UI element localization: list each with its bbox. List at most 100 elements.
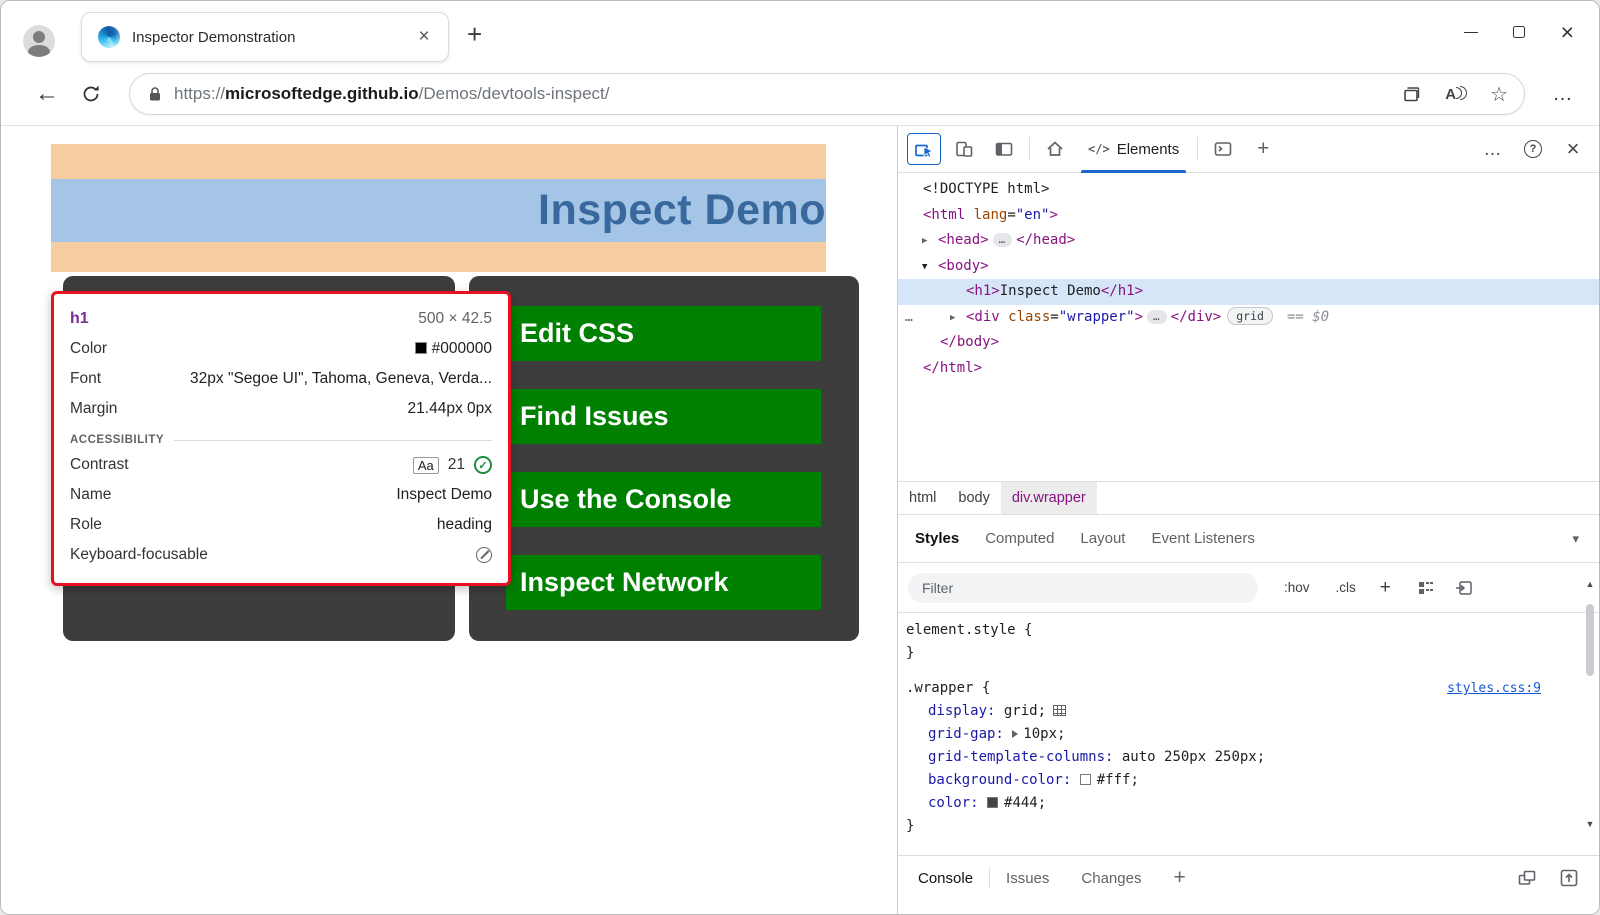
dom-line-body-open[interactable]: ▼<body> bbox=[898, 254, 1599, 280]
dom-line-html-open[interactable]: <html lang="en"> bbox=[898, 203, 1599, 229]
url-bar[interactable]: https://microsoftedge.github.io/Demos/de… bbox=[129, 73, 1525, 115]
styles-filter-input[interactable] bbox=[908, 573, 1258, 603]
browser-tab[interactable]: Inspector Demonstration × bbox=[81, 12, 449, 62]
dom-line-doctype[interactable]: <!DOCTYPE html> bbox=[898, 177, 1599, 203]
grid-badge[interactable]: grid bbox=[1227, 307, 1273, 325]
expand-panel-icon[interactable] bbox=[1559, 868, 1579, 888]
dock-window-icon[interactable] bbox=[1517, 868, 1537, 888]
prop-value[interactable]: 10px; bbox=[1023, 726, 1065, 742]
shorthand-expand-icon[interactable] bbox=[1012, 730, 1018, 738]
tab-title: Inspector Demonstration bbox=[132, 29, 412, 46]
read-aloud-icon[interactable]: A bbox=[1445, 86, 1466, 103]
expand-arrow-icon[interactable]: ▶ bbox=[922, 229, 938, 255]
edit-css-button[interactable]: Edit CSS bbox=[506, 306, 821, 361]
color-swatch[interactable] bbox=[987, 797, 998, 808]
expand-arrow-icon[interactable]: ▶ bbox=[950, 306, 966, 332]
css-prop-grid-template-columns[interactable]: grid-template-columns: auto 250px 250px; bbox=[898, 746, 1599, 769]
collapsed-content-button[interactable]: … bbox=[993, 233, 1013, 247]
element-style-rule[interactable]: element.style { bbox=[898, 619, 1599, 642]
breadcrumb-html[interactable]: html bbox=[898, 482, 947, 514]
minimize-button[interactable] bbox=[1447, 13, 1495, 51]
device-emulation-button[interactable] bbox=[947, 133, 981, 165]
favorite-star-icon[interactable]: ☆ bbox=[1490, 82, 1508, 107]
css-prop-grid-gap[interactable]: grid-gap: 10px; bbox=[898, 723, 1599, 746]
wrapper-rule-header[interactable]: .wrapper {styles.css:9 bbox=[898, 677, 1599, 700]
profile-avatar[interactable] bbox=[23, 25, 55, 57]
inspect-cursor-icon bbox=[914, 139, 934, 159]
scrollbar-thumb[interactable] bbox=[1586, 604, 1594, 676]
drawer-tab-console[interactable]: Console bbox=[902, 856, 989, 900]
prop-value[interactable]: #fff; bbox=[1097, 772, 1139, 788]
styles-scrollbar[interactable]: ▲ ▼ bbox=[1583, 578, 1597, 830]
color-swatch[interactable] bbox=[1080, 774, 1091, 785]
prop-name[interactable]: grid-template-columns: bbox=[928, 749, 1113, 765]
prop-name[interactable]: display: bbox=[928, 703, 995, 719]
refresh-button[interactable] bbox=[69, 74, 113, 114]
devtools-help-button[interactable]: ? bbox=[1516, 133, 1550, 165]
collapse-arrow-icon[interactable]: ▼ bbox=[922, 255, 938, 281]
toggle-hover-state-button[interactable]: :hov bbox=[1284, 580, 1310, 595]
lang-attr-token: lang bbox=[965, 207, 1007, 223]
dom-line-h1-selected[interactable]: <h1>Inspect Demo</h1> bbox=[898, 279, 1599, 305]
dom-line-html-close[interactable]: </html> bbox=[898, 356, 1599, 382]
breadcrumb-div-wrapper[interactable]: div.wrapper bbox=[1001, 482, 1097, 514]
add-devtools-tab-button[interactable]: + bbox=[1246, 133, 1280, 165]
open-stylesheet-icon[interactable] bbox=[1455, 579, 1473, 597]
devtools-bottom-spacer bbox=[898, 900, 1599, 914]
breadcrumb-body[interactable]: body bbox=[947, 482, 1000, 514]
blue-stripe: Inspect Demo bbox=[51, 179, 826, 242]
tab-layout[interactable]: Layout bbox=[1067, 530, 1138, 547]
prop-name[interactable]: color: bbox=[928, 795, 979, 811]
prop-value[interactable]: auto 250px 250px; bbox=[1122, 749, 1265, 765]
focus-page-button[interactable] bbox=[987, 133, 1021, 165]
css-prop-display[interactable]: display: grid; bbox=[898, 700, 1599, 723]
collapsed-content-button[interactable]: … bbox=[1147, 310, 1167, 324]
maximize-button[interactable] bbox=[1495, 13, 1543, 51]
new-style-rule-button[interactable]: + bbox=[1380, 577, 1391, 599]
chevron-down-icon[interactable]: ▾ bbox=[1572, 531, 1579, 547]
prop-value[interactable]: grid; bbox=[1004, 703, 1046, 719]
new-tab-button[interactable]: + bbox=[467, 21, 482, 47]
computed-styles-icon[interactable] bbox=[1417, 579, 1435, 597]
prop-name[interactable]: grid-gap: bbox=[928, 726, 1004, 742]
devtools-menu-button[interactable]: … bbox=[1476, 133, 1510, 165]
scrollbar-track[interactable] bbox=[1583, 590, 1597, 818]
equals-token: = bbox=[1007, 207, 1015, 223]
back-button[interactable]: ← bbox=[25, 74, 69, 114]
tab-event-listeners[interactable]: Event Listeners bbox=[1138, 530, 1267, 547]
tab-elements[interactable]: </> Elements bbox=[1075, 126, 1192, 173]
dom-line-head[interactable]: ▶<head>…</head> bbox=[898, 228, 1599, 254]
prop-name[interactable]: background-color: bbox=[928, 772, 1071, 788]
console-drawer-button[interactable] bbox=[1206, 133, 1240, 165]
color-hex: #000000 bbox=[432, 340, 492, 357]
browser-menu-button[interactable]: … bbox=[1541, 74, 1585, 114]
accessibility-title: ACCESSIBILITY bbox=[70, 434, 164, 446]
use-console-button[interactable]: Use the Console bbox=[506, 472, 821, 527]
tab-close-icon[interactable]: × bbox=[412, 26, 436, 48]
css-prop-background-color[interactable]: background-color: #fff; bbox=[898, 769, 1599, 792]
tab-computed[interactable]: Computed bbox=[972, 530, 1067, 547]
close-window-button[interactable]: × bbox=[1543, 13, 1591, 51]
find-issues-button[interactable]: Find Issues bbox=[506, 389, 821, 444]
inspect-network-button[interactable]: Inspect Network bbox=[506, 555, 821, 610]
avatar-body-icon bbox=[28, 45, 50, 57]
add-drawer-tab-button[interactable]: + bbox=[1157, 856, 1201, 900]
scroll-down-icon[interactable]: ▼ bbox=[1586, 818, 1595, 830]
drawer-tab-issues[interactable]: Issues bbox=[990, 856, 1065, 900]
stylesheet-source-link[interactable]: styles.css:9 bbox=[1447, 677, 1541, 700]
tab-styles[interactable]: Styles bbox=[902, 530, 972, 547]
drawer-tab-changes[interactable]: Changes bbox=[1065, 856, 1157, 900]
dom-line-div-wrapper[interactable]: …▶<div class="wrapper">…</div>grid== $0 bbox=[898, 305, 1599, 331]
toggle-class-button[interactable]: .cls bbox=[1336, 580, 1356, 595]
css-prop-color[interactable]: color: #444; bbox=[898, 792, 1599, 815]
grid-editor-icon[interactable] bbox=[1053, 705, 1066, 716]
node-menu-button[interactable]: … bbox=[905, 305, 913, 331]
dom-line-body-close[interactable]: </body> bbox=[898, 330, 1599, 356]
scroll-up-icon[interactable]: ▲ bbox=[1586, 578, 1595, 590]
inspect-element-button[interactable] bbox=[907, 133, 941, 165]
collections-icon[interactable] bbox=[1402, 85, 1421, 104]
close-devtools-button[interactable]: × bbox=[1556, 133, 1590, 165]
close-brace: } bbox=[906, 818, 914, 834]
prop-value[interactable]: #444; bbox=[1004, 795, 1046, 811]
home-button[interactable] bbox=[1038, 133, 1072, 165]
